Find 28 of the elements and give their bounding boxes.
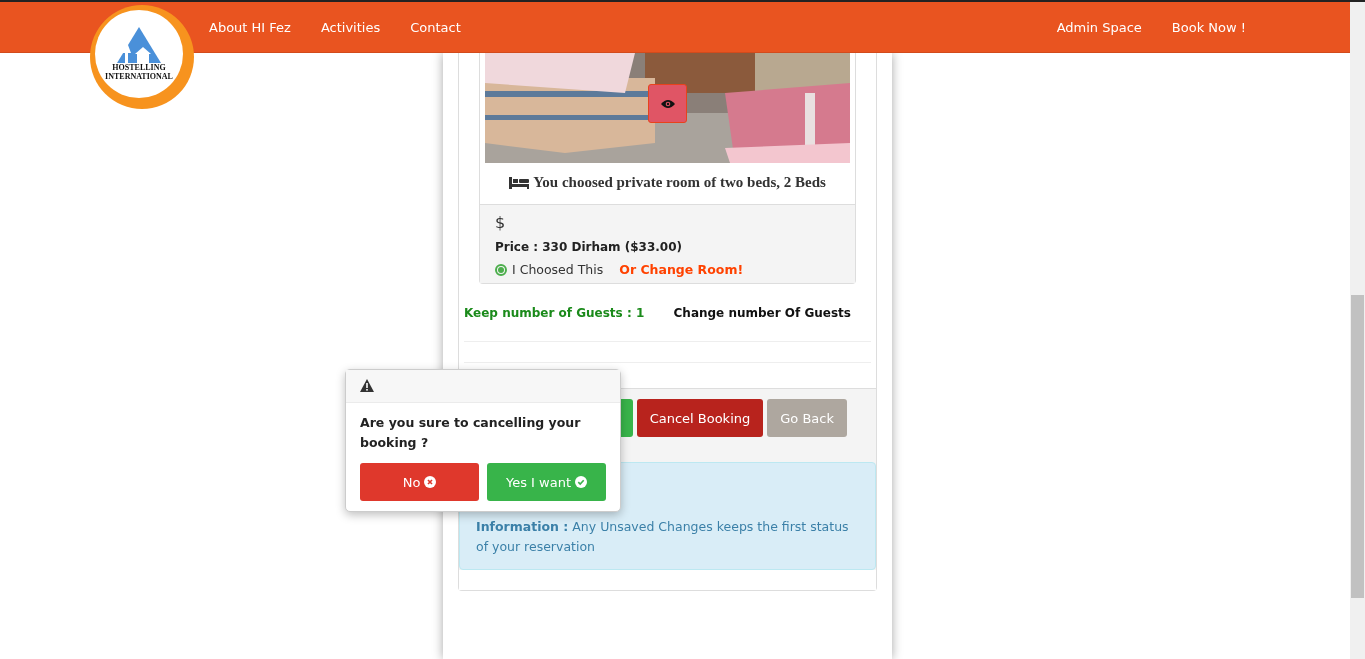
nav-link[interactable]: About HI Fez — [209, 19, 291, 35]
scrollbar[interactable] — [1350, 2, 1365, 659]
check-icon — [575, 476, 587, 488]
close-icon — [424, 476, 437, 488]
keep-guests-link[interactable]: Keep number of Guests : 1 — [464, 306, 645, 320]
eye-icon — [660, 98, 675, 109]
change-room-link[interactable]: Or Change Room! — [619, 262, 744, 277]
room-radio[interactable]: I Choosed This — [495, 262, 604, 277]
currency-symbol: $ — [495, 213, 507, 232]
nav-link[interactable]: Admin Space — [1056, 19, 1142, 35]
triangle-house-icon — [117, 27, 161, 63]
price-text: Price : 330 Dirham ($33.00) — [495, 240, 684, 254]
no-button[interactable]: No — [360, 463, 479, 501]
confirm-question: Are you sure to cancelling your booking ? — [360, 414, 582, 452]
logo-text: INTERNATIONAL — [105, 72, 173, 81]
bed-icon — [509, 176, 530, 189]
cancel-booking-button[interactable]: Cancel Booking — [636, 399, 764, 437]
logo-text: HOSTELLING — [112, 63, 166, 72]
nav-link[interactable]: Contact — [410, 19, 461, 35]
go-back-button[interactable]: Go Back — [767, 399, 847, 437]
change-guests-link[interactable]: Change number Of Guests — [673, 306, 851, 320]
view-button[interactable] — [648, 84, 687, 123]
nav-link[interactable]: Book Now ! — [1171, 19, 1246, 35]
nav-link[interactable]: Activities — [320, 19, 381, 35]
logo[interactable]: HOSTELLING INTERNATIONAL — [90, 5, 194, 109]
yes-button[interactable]: Yes I want — [487, 463, 606, 501]
room-title: You choosed private room of two beds, 2 Beds — [533, 174, 826, 191]
warning-icon — [360, 379, 374, 392]
